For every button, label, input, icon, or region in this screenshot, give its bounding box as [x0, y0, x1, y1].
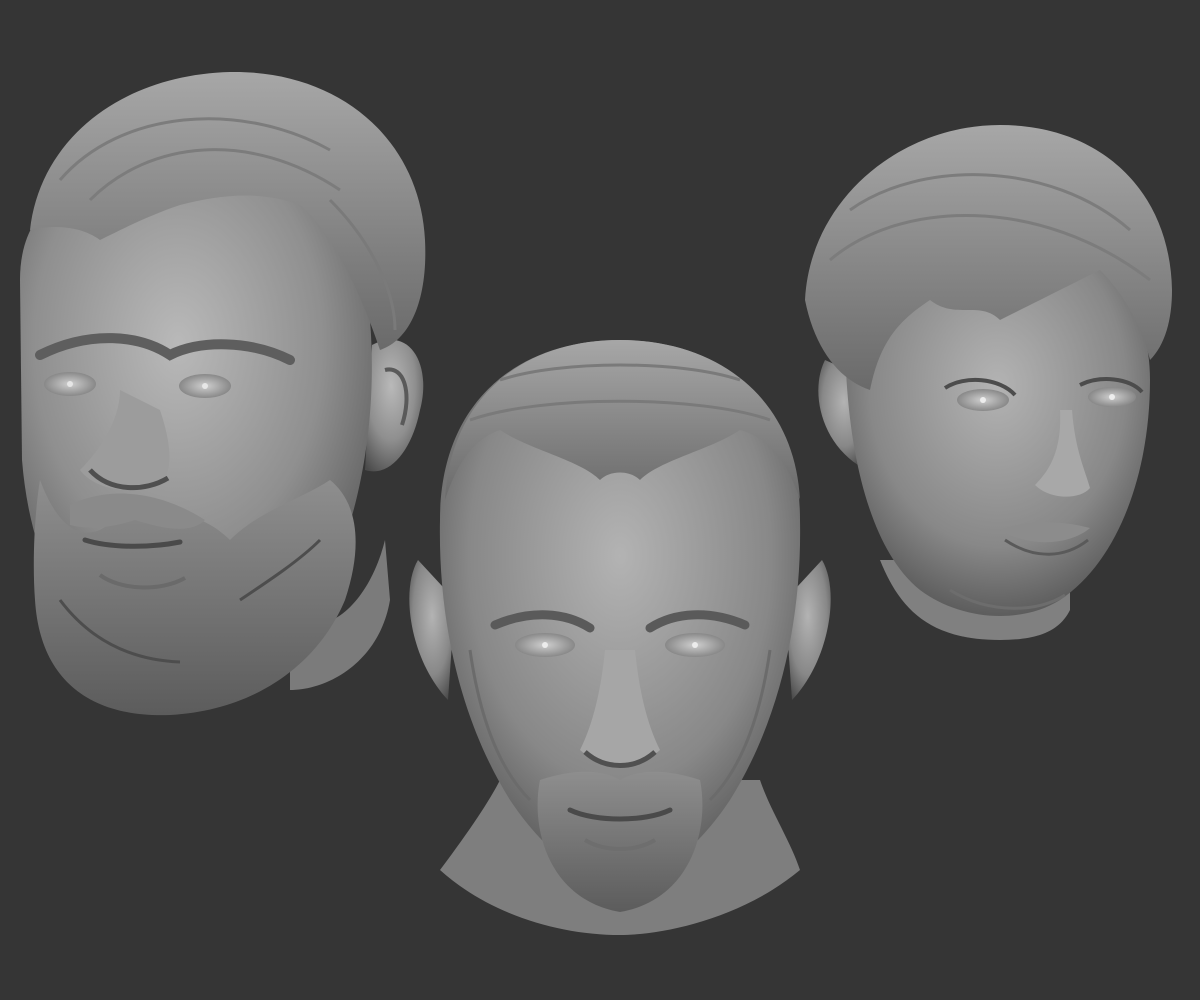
- bearded-man-head[interactable]: [20, 71, 426, 716]
- short-haired-woman-head[interactable]: [805, 125, 1172, 640]
- viewport-canvas[interactable]: [0, 0, 1200, 1000]
- sculpt-viewport[interactable]: [0, 0, 1200, 1000]
- goateed-man-head[interactable]: [409, 340, 831, 935]
